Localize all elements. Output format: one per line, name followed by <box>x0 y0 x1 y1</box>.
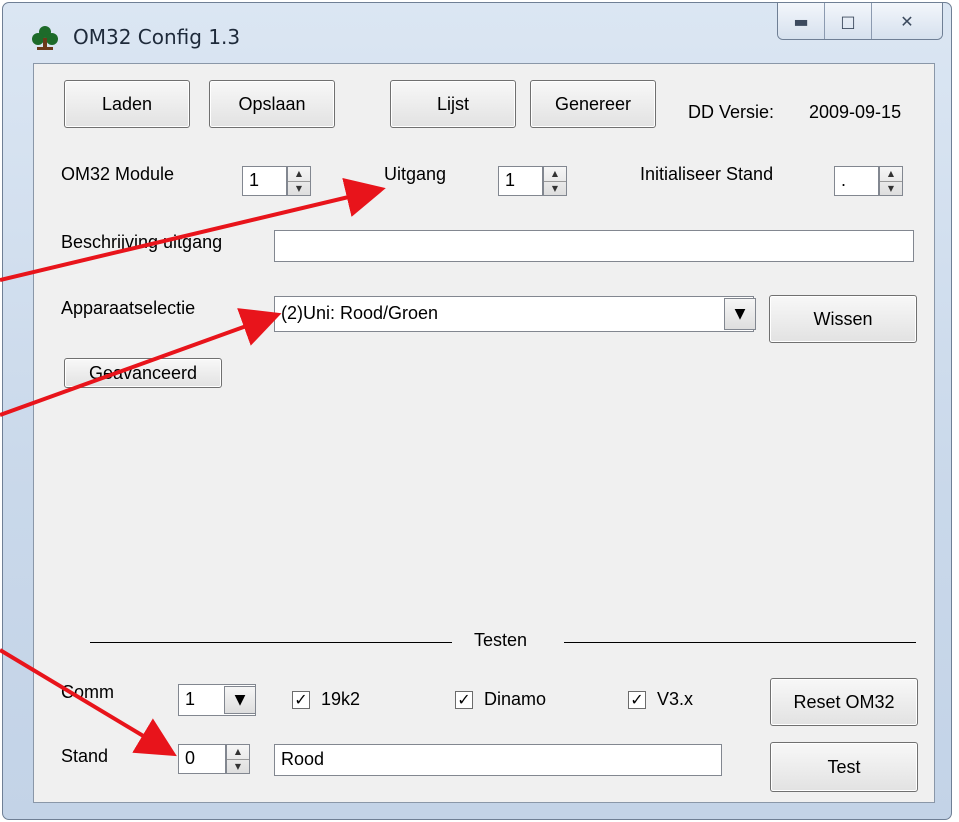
arrow-to-apparaat <box>0 308 282 417</box>
arrow-to-stand <box>0 648 177 757</box>
annotation-arrows <box>0 177 386 757</box>
arrow-to-uitgang <box>0 177 386 282</box>
